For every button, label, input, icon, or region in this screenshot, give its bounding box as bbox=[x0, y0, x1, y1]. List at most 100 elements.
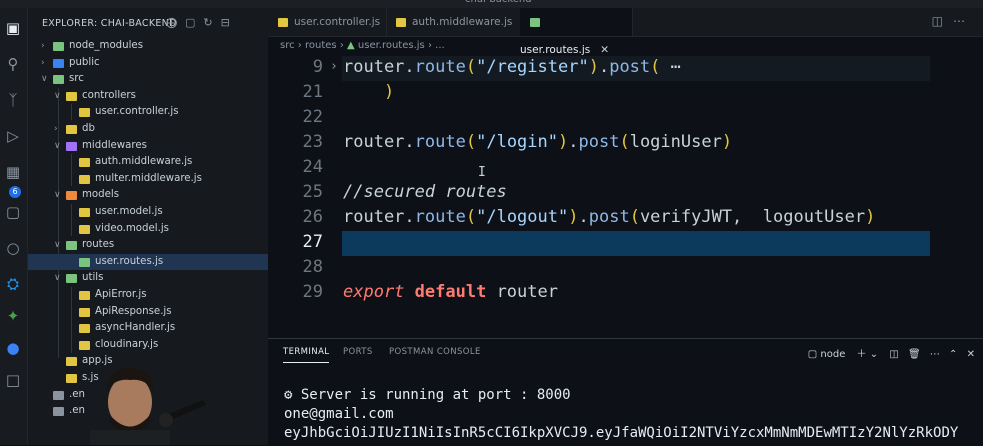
tree-item-label: db bbox=[82, 123, 95, 134]
tree-file[interactable]: user.routes.js bbox=[28, 253, 268, 270]
extensions-icon[interactable]: ▦ bbox=[3, 162, 23, 182]
code-token: ( bbox=[619, 132, 630, 152]
tree-file[interactable]: ApiError.js bbox=[28, 287, 268, 303]
tree-folder[interactable]: › public bbox=[28, 55, 268, 71]
js-file-icon bbox=[396, 17, 406, 27]
tab-user-controller[interactable]: user.controller.js bbox=[268, 8, 387, 36]
new-file-icon[interactable]: ⨁ bbox=[166, 16, 185, 29]
tree-file[interactable]: video.model.js bbox=[28, 221, 268, 237]
chevron-right-icon: › bbox=[41, 57, 45, 68]
line-number: 9 bbox=[312, 57, 323, 77]
chevron-right-icon: › bbox=[297, 40, 305, 51]
code-token: "/logout" bbox=[476, 207, 569, 227]
remote-explorer-icon[interactable]: ▢ bbox=[3, 202, 23, 222]
tree-folder[interactable]: ∨ controllers bbox=[28, 88, 268, 104]
more-actions-icon[interactable]: ⋯ bbox=[953, 14, 975, 28]
code-token: export bbox=[343, 282, 405, 302]
file-icon bbox=[79, 257, 90, 267]
tab-label: auth.middleware.js bbox=[412, 16, 513, 28]
file-icon bbox=[79, 158, 90, 168]
code-line: export default router bbox=[343, 282, 558, 302]
tree-folder[interactable]: ∨ src bbox=[28, 71, 268, 87]
close-panel-icon[interactable]: ✕ bbox=[967, 349, 975, 360]
tree-folder[interactable]: ∨ utils bbox=[28, 270, 268, 286]
more-actions-icon[interactable]: ⋯ bbox=[930, 349, 940, 360]
folder-icon bbox=[66, 241, 77, 251]
tree-file[interactable]: user.controller.js bbox=[28, 104, 268, 120]
mongodb-icon[interactable]: ✦ bbox=[3, 306, 23, 326]
tree-file[interactable]: cloudinary.js bbox=[28, 337, 268, 353]
split-terminal-icon[interactable]: ◫ bbox=[889, 349, 898, 360]
code-token: default bbox=[414, 282, 487, 302]
tree-file[interactable]: asyncHandler.js bbox=[28, 320, 268, 336]
line-number: 25 bbox=[302, 182, 323, 202]
search-icon[interactable]: ⚲ bbox=[3, 54, 23, 74]
thunder-client-icon[interactable]: ● bbox=[3, 338, 23, 358]
tab-auth-middleware[interactable]: auth.middleware.js bbox=[386, 8, 521, 36]
code-token: //secured routes bbox=[343, 182, 507, 202]
new-terminal-icon[interactable]: ＋ bbox=[857, 349, 867, 360]
file-icon bbox=[79, 224, 90, 234]
testing-icon[interactable]: ○ bbox=[3, 238, 23, 258]
breadcrumb: src › routes › ▲ user.routes.js › ... bbox=[268, 37, 983, 55]
tree-file[interactable]: auth.middleware.js bbox=[28, 154, 268, 170]
terminal-line: ⚙︎ Server is running at port : 8000 bbox=[284, 387, 571, 403]
tree-file[interactable]: multer.middleware.js bbox=[28, 171, 268, 187]
docker-icon[interactable]: ⛭ bbox=[3, 274, 23, 294]
breadcrumb-file[interactable]: user.routes.js bbox=[358, 40, 425, 51]
chevron-down-icon: ∨ bbox=[54, 273, 61, 284]
tree-item-label: utils bbox=[82, 272, 104, 284]
code-token: ) bbox=[568, 207, 579, 227]
tree-item-label: node_modules bbox=[69, 40, 144, 51]
new-folder-icon[interactable]: ▢ bbox=[185, 16, 203, 29]
chevron-down-icon[interactable]: ⌄ bbox=[870, 349, 878, 360]
maximize-panel-icon[interactable]: ⌃ bbox=[949, 349, 957, 360]
refresh-icon[interactable]: ↻ bbox=[203, 16, 220, 29]
terminal-icon: ▢ bbox=[807, 349, 818, 360]
files-icon[interactable]: ▣ bbox=[3, 18, 23, 38]
tree-folder[interactable]: ∨ routes bbox=[28, 237, 268, 253]
explorer-title: EXPLORER: CHAI-BACKEND bbox=[42, 18, 177, 29]
code-token: "/login" bbox=[476, 132, 558, 152]
code-token: ⋯ bbox=[660, 57, 681, 77]
code-token: . bbox=[404, 57, 415, 77]
tree-item-label: controllers bbox=[82, 89, 136, 101]
tree-item-label: multer.middleware.js bbox=[95, 172, 202, 184]
tree-folder[interactable]: › node_modules bbox=[28, 38, 268, 54]
code-token: ( bbox=[650, 57, 661, 77]
fold-chevron-icon[interactable]: › bbox=[330, 59, 338, 74]
folder-icon bbox=[66, 274, 77, 284]
tree-file[interactable]: user.model.js bbox=[28, 204, 268, 220]
panel-tab-ports[interactable]: PORTS bbox=[343, 347, 373, 357]
code-token: ( bbox=[465, 132, 477, 152]
breadcrumb-symbol[interactable]: ... bbox=[435, 40, 445, 51]
folder-icon bbox=[53, 42, 64, 51]
panel-tab-terminal[interactable]: TERMINAL bbox=[283, 347, 330, 363]
code-editor[interactable]: I 9 › router.route("/register").post( ⋯ 21 … bbox=[268, 55, 983, 338]
breadcrumb-src[interactable]: src bbox=[280, 40, 295, 51]
tree-folder[interactable]: ∨ middlewares bbox=[28, 138, 268, 154]
run-debug-icon[interactable]: ▷ bbox=[3, 126, 23, 146]
breadcrumb-routes[interactable]: routes bbox=[305, 40, 337, 51]
code-token: router bbox=[343, 57, 405, 77]
panel-tab-postman-console[interactable]: POSTMAN CONSOLE bbox=[389, 347, 481, 357]
tab-user-routes[interactable]: user.routes.js ✕ bbox=[520, 8, 633, 56]
chat-icon[interactable]: □ bbox=[3, 370, 23, 390]
tree-file[interactable]: ApiResponse.js bbox=[28, 304, 268, 320]
tree-item-label: asyncHandler.js bbox=[95, 322, 176, 334]
tree-folder[interactable]: ∨ models bbox=[28, 187, 268, 203]
code-line: ) bbox=[343, 82, 394, 102]
collapse-all-icon[interactable]: ⊟ bbox=[221, 16, 238, 29]
source-control-icon[interactable]: ᛉ bbox=[3, 90, 23, 110]
line-number: 27 bbox=[302, 232, 323, 252]
code-token: "/register" bbox=[476, 57, 589, 77]
tree-folder[interactable]: › db bbox=[28, 121, 268, 137]
code-token: route bbox=[414, 132, 466, 152]
title-bar: chai-backend bbox=[0, 0, 983, 8]
terminal-shell-label[interactable]: node bbox=[820, 349, 845, 360]
trash-icon[interactable]: 🗑︎ bbox=[908, 349, 921, 360]
split-editor-icon[interactable]: ◫ bbox=[932, 14, 953, 28]
line-number: 26 bbox=[302, 207, 323, 227]
code-token: router bbox=[343, 207, 405, 227]
chevron-down-icon: ∨ bbox=[54, 240, 61, 251]
